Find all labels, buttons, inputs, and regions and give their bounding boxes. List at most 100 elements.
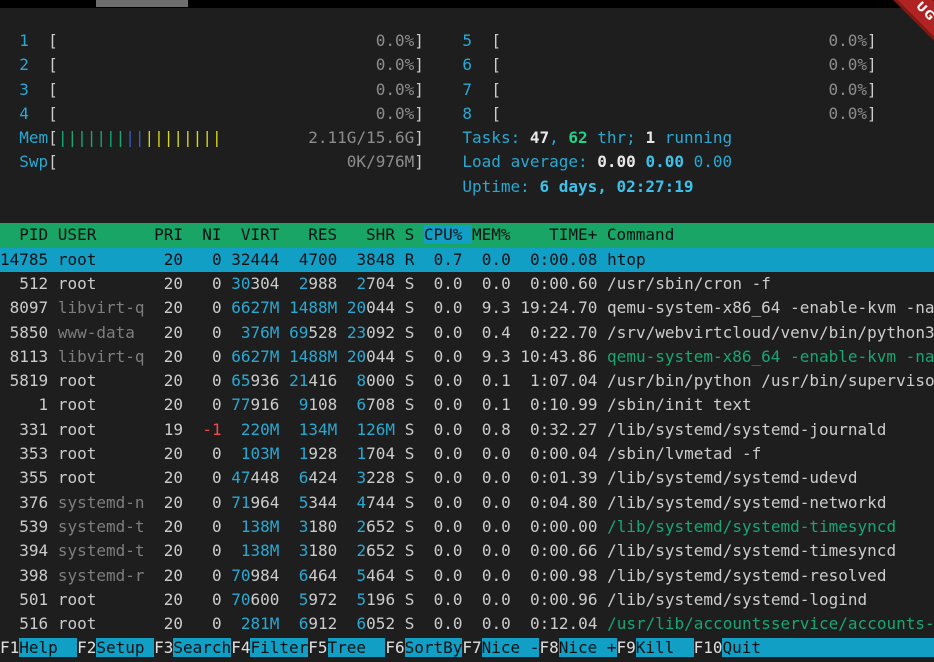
fkey-F2[interactable]: F2Setup (77, 638, 154, 657)
text-segment: 964 (251, 493, 280, 512)
text-segment (414, 493, 424, 512)
fkey-F6[interactable]: F6SortBy (385, 638, 462, 657)
text-segment: 0.0% (58, 31, 414, 50)
text-segment (289, 250, 299, 269)
fkey-F4[interactable]: F4Filter (231, 638, 308, 657)
text-segment: 0.0 (434, 395, 463, 414)
fkey-F10[interactable]: F10Quit (694, 638, 934, 657)
text-segment (472, 250, 482, 269)
fkey-number: F10 (694, 638, 723, 657)
text-segment: ] (867, 55, 877, 74)
text-segment (193, 274, 212, 293)
process-row-501[interactable]: 501 root 20 0 70600 5972 5196 S 0.0 0.0 … (0, 588, 934, 612)
text-segment: 0 (212, 371, 222, 390)
text-segment (395, 274, 405, 293)
text-segment: S (405, 420, 415, 439)
text-segment: ] (414, 152, 424, 171)
text-segment: 6 (357, 614, 367, 633)
text-segment (472, 420, 482, 439)
process-row-355[interactable]: 355 root 20 0 47448 6424 3228 S 0.0 0.0 … (0, 466, 934, 490)
fkey-F5[interactable]: F5Tree (308, 638, 385, 657)
text-segment: ] (867, 31, 877, 50)
process-row-516[interactable]: 516 root 20 0 281M 6912 6052 S 0.0 0.0 0… (0, 612, 934, 636)
process-row-8113[interactable]: 8113 libvirt-q 20 0 6627M 1488M 20044 S … (0, 345, 934, 369)
column-header-shr[interactable]: SHR (347, 225, 405, 244)
text-segment (48, 493, 58, 512)
text-segment (337, 614, 347, 633)
column-header-s[interactable]: S (405, 225, 424, 244)
text-segment (520, 420, 530, 439)
text-segment (96, 468, 144, 487)
uptime-row: Uptime: 6 days, 02:27:19 (0, 175, 934, 199)
text-segment (154, 347, 164, 366)
column-header-command[interactable]: Command (607, 225, 934, 244)
text-segment (193, 493, 212, 512)
process-row-376[interactable]: 376 systemd-n 20 0 71964 5344 4744 S 0.0… (0, 491, 934, 515)
column-header-pid[interactable]: PID (0, 225, 58, 244)
process-row-5850[interactable]: 5850 www-data 20 0 376M 69528 23092 S 0.… (0, 321, 934, 345)
fkey-F1[interactable]: F1Help (0, 638, 77, 657)
text-segment (896, 517, 934, 536)
process-row-8097[interactable]: 8097 libvirt-q 20 0 6627M 1488M 20044 S … (0, 296, 934, 320)
fkey-F3[interactable]: F3Search (154, 638, 231, 657)
fkey-number: F8 (539, 638, 558, 657)
text-segment: 0.0 (482, 517, 511, 536)
process-row-14785[interactable]: 14785 root 20 0 32444 4700 3848 R 0.7 0.… (0, 248, 934, 272)
text-segment: 0 (212, 274, 222, 293)
text-segment: 1 (0, 31, 29, 50)
text-segment: R (405, 250, 415, 269)
column-header-ni[interactable]: NI (193, 225, 232, 244)
text-segment (231, 517, 241, 536)
process-row-5819[interactable]: 5819 root 20 0 65936 21416 8000 S 0.0 0.… (0, 369, 934, 393)
text-segment (0, 614, 19, 633)
process-row-331[interactable]: 331 root 19 -1 220M 134M 126M S 0.0 0.8 … (0, 418, 934, 442)
process-row-394[interactable]: 394 systemd-t 20 0 138M 3180 2652 S 0.0 … (0, 539, 934, 563)
fkey-F8[interactable]: F8Nice + (539, 638, 616, 657)
text-segment: 528 (308, 323, 337, 342)
text-segment: || (125, 128, 144, 147)
text-segment: 6 (299, 566, 309, 585)
text-segment: 652 (366, 541, 395, 560)
text-segment (183, 274, 193, 293)
column-header-time[interactable]: TIME+ (520, 225, 607, 244)
process-row-539[interactable]: 539 systemd-t 20 0 138M 3180 2652 S 0.0 … (0, 515, 934, 539)
text-segment: |||||||| (145, 128, 222, 147)
process-row-398[interactable]: 398 systemd-r 20 0 70984 6464 5464 S 0.0… (0, 564, 934, 588)
text-segment (279, 541, 289, 560)
text-segment: 70 (231, 590, 250, 609)
process-row-353[interactable]: 353 root 20 0 103M 1928 1704 S 0.0 0.0 0… (0, 442, 934, 466)
text-segment (337, 541, 347, 560)
column-header-mem[interactable]: MEM% (472, 225, 520, 244)
text-segment (395, 468, 405, 487)
process-row-512[interactable]: 512 root 20 0 30304 2988 2704 S 0.0 0.0 … (0, 272, 934, 296)
text-segment: 20 (347, 347, 366, 366)
text-segment: 9.3 (482, 298, 511, 317)
text-segment: ] (414, 55, 424, 74)
text-segment: 0:01.39 (530, 468, 597, 487)
text-segment (279, 371, 289, 390)
text-segment: 21 (289, 371, 308, 390)
text-segment: 5 (357, 566, 367, 585)
text-segment: 6 (299, 468, 309, 487)
text-segment: 4 (357, 493, 367, 512)
column-header-virt[interactable]: VIRT (231, 225, 289, 244)
column-header-user[interactable]: USER (58, 225, 154, 244)
text-segment: 0.00 (645, 152, 684, 171)
process-table-header[interactable]: PID USER PRI NI VIRT RES SHR S CPU% MEM%… (0, 223, 934, 247)
text-segment (472, 347, 482, 366)
fkey-F7[interactable]: F7Nice - (462, 638, 539, 657)
text-segment (414, 250, 424, 269)
text-segment (597, 420, 607, 439)
text-segment (414, 590, 424, 609)
text-segment: /usr/bin/python /usr/bin/superviso (607, 371, 934, 390)
text-segment: 0.0% (501, 80, 867, 99)
column-header-cpu[interactable]: CPU% (424, 225, 472, 244)
column-header-res[interactable]: RES (289, 225, 347, 244)
text-segment (597, 395, 607, 414)
fkey-F9[interactable]: F9Kill (617, 638, 694, 657)
text-segment (193, 323, 212, 342)
fkey-number: F9 (617, 638, 636, 657)
column-header-pri[interactable]: PRI (154, 225, 193, 244)
process-row-1[interactable]: 1 root 20 0 77916 9108 6708 S 0.0 0.1 0:… (0, 393, 934, 417)
text-segment (0, 444, 19, 463)
